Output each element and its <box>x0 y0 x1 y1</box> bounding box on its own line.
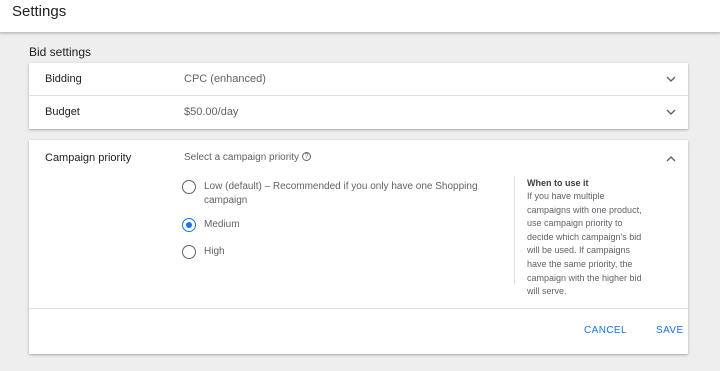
help-circle-icon[interactable]: ? <box>302 152 312 161</box>
priority-option-medium-label: Medium <box>204 219 240 230</box>
chevron-up-icon[interactable] <box>664 152 678 166</box>
priority-option-medium[interactable]: Medium <box>182 218 382 234</box>
radio-high[interactable] <box>182 245 196 259</box>
campaign-priority-label: Campaign priority <box>45 152 132 164</box>
bidding-value: CPC (enhanced) <box>184 73 266 85</box>
priority-option-low[interactable]: Low (default) – Recommended if you only … <box>182 180 492 210</box>
save-button[interactable]: SAVE <box>656 325 684 336</box>
bid-settings-card: Bidding CPC (enhanced) Budget $50.00/day <box>29 63 688 129</box>
radio-medium[interactable] <box>182 218 196 232</box>
help-panel-title: When to use it <box>527 178 589 188</box>
budget-value: $50.00/day <box>184 106 239 118</box>
campaign-priority-card: Campaign priority Select a campaign prio… <box>29 140 688 354</box>
page-title: Settings <box>12 3 67 20</box>
cancel-button[interactable]: CANCEL <box>584 325 627 336</box>
divider <box>29 308 688 309</box>
campaign-priority-hint-text: Select a campaign priority <box>184 152 300 163</box>
chevron-down-icon[interactable] <box>664 105 678 119</box>
bidding-row[interactable]: Bidding CPC (enhanced) <box>29 63 688 96</box>
bid-settings-heading: Bid settings <box>29 45 92 59</box>
budget-row[interactable]: Budget $50.00/day <box>29 96 688 129</box>
help-panel-body: If you have multiple campaigns with one … <box>527 191 642 297</box>
campaign-priority-hint: Select a campaign priority? <box>184 152 312 163</box>
help-panel: When to use it If you have multiple camp… <box>514 176 650 296</box>
priority-option-high[interactable]: High <box>182 245 382 261</box>
priority-option-high-label: High <box>204 246 225 257</box>
top-bar: Settings <box>0 0 720 33</box>
budget-label: Budget <box>45 106 80 118</box>
radio-low[interactable] <box>182 180 196 194</box>
chevron-down-icon[interactable] <box>664 72 678 86</box>
priority-option-low-label: Low (default) – Recommended if you only … <box>204 181 478 206</box>
bidding-label: Bidding <box>45 73 82 85</box>
